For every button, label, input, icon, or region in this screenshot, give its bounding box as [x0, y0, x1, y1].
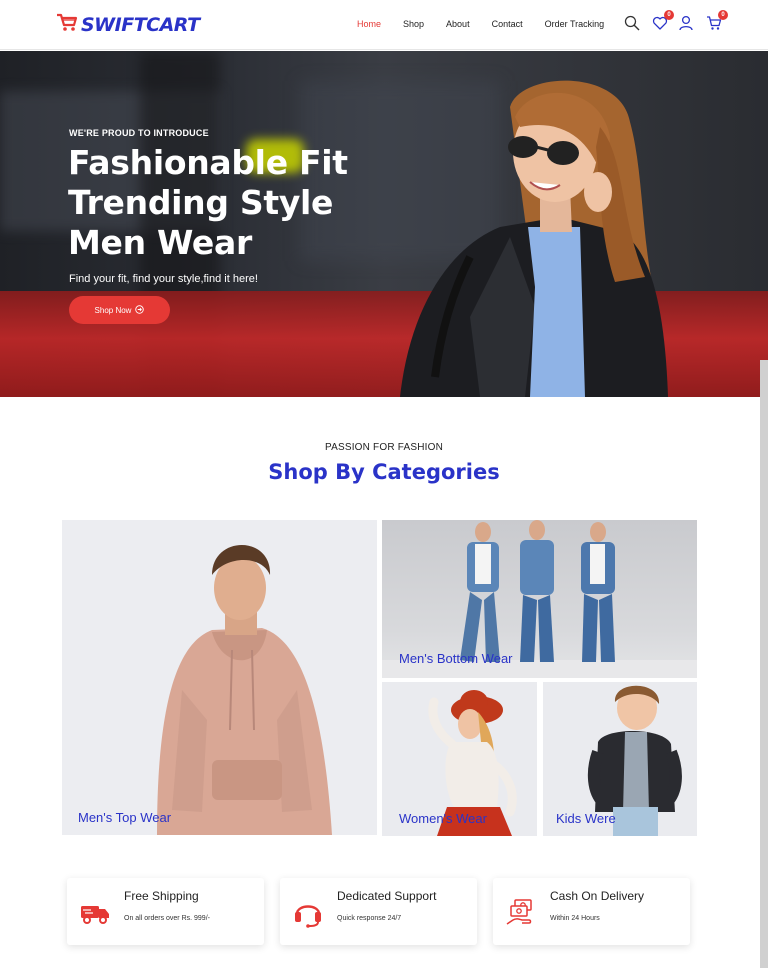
- main-nav: Home Shop About Contact Order Tracking: [357, 19, 626, 29]
- hero-banner: WE'RE PROUD TO INTRODUCE Fashionable Fit…: [0, 51, 768, 397]
- logo[interactable]: SWIFTCART: [56, 12, 200, 37]
- site-header: SWIFTCART Home Shop About Contact Order …: [0, 0, 768, 50]
- arrow-circle-icon: [135, 304, 145, 316]
- feature-subtitle: Within 24 Hours: [550, 915, 600, 922]
- feature-subtitle: Quick response 24/7: [337, 915, 402, 922]
- feature-title: Dedicated Support: [337, 889, 437, 903]
- nav-contact[interactable]: Contact: [492, 19, 523, 29]
- nav-home[interactable]: Home: [357, 19, 381, 29]
- hero-eyebrow: WE'RE PROUD TO INTRODUCE: [69, 128, 209, 138]
- category-label: Men's Bottom Wear: [399, 651, 513, 666]
- header-icons: 0 0: [624, 10, 728, 31]
- nav-about[interactable]: About: [446, 19, 470, 29]
- hero-title-line: Fashionable Fit: [68, 143, 348, 182]
- hero-model-image: [400, 80, 668, 397]
- feature-dedicated-support: Dedicated Support Quick response 24/7: [280, 878, 477, 945]
- feature-subtitle: On all orders over Rs. 999/-: [124, 915, 210, 922]
- category-tile-mens-bottom-wear[interactable]: Men's Bottom Wear: [382, 520, 697, 678]
- hero-subtitle: Find your fit, find your style,find it h…: [69, 273, 258, 285]
- truck-icon: [81, 906, 109, 924]
- feature-title: Free Shipping: [124, 889, 199, 903]
- page-scrollbar[interactable]: [760, 360, 768, 968]
- mens-top-wear-image: [157, 545, 332, 835]
- feature-cash-on-delivery: Cash On Delivery Within 24 Hours: [493, 878, 690, 945]
- hero-title: Fashionable Fit Trending Style Men Wear: [68, 143, 348, 263]
- categories-eyebrow: PASSION FOR FASHION: [324, 442, 444, 453]
- cart-logo-icon: [56, 12, 78, 37]
- category-tile-mens-top-wear[interactable]: Men's Top Wear: [62, 520, 377, 835]
- category-tile-kids-wear[interactable]: Kids Were: [543, 682, 697, 836]
- shop-now-label: Shop Now: [94, 305, 132, 315]
- wishlist-count-badge: 0: [664, 10, 674, 20]
- nav-order-tracking[interactable]: Order Tracking: [545, 19, 605, 29]
- feature-title: Cash On Delivery: [550, 889, 645, 903]
- headset-icon: [295, 905, 321, 928]
- feature-free-shipping: Free Shipping On all orders over Rs. 999…: [67, 878, 264, 945]
- cart-count-badge: 0: [718, 10, 728, 20]
- shop-now-button[interactable]: Shop Now: [69, 296, 170, 324]
- hero-title-line: Trending Style: [68, 183, 334, 222]
- nav-shop[interactable]: Shop: [403, 19, 424, 29]
- category-tile-womens-wear[interactable]: Women's Wear: [382, 682, 537, 836]
- cash-hand-icon: [506, 899, 532, 925]
- heart-icon[interactable]: 0: [652, 10, 674, 31]
- user-icon[interactable]: [678, 15, 694, 31]
- cart-icon[interactable]: 0: [706, 10, 728, 31]
- category-label: Men's Top Wear: [78, 810, 172, 825]
- category-label: Women's Wear: [399, 811, 487, 826]
- hero-title-line: Men Wear: [68, 223, 252, 262]
- search-icon[interactable]: [624, 15, 640, 31]
- categories-title: Shop By Categories: [268, 460, 500, 484]
- category-label: Kids Were: [556, 811, 616, 826]
- brand-name: SWIFTCART: [81, 13, 200, 36]
